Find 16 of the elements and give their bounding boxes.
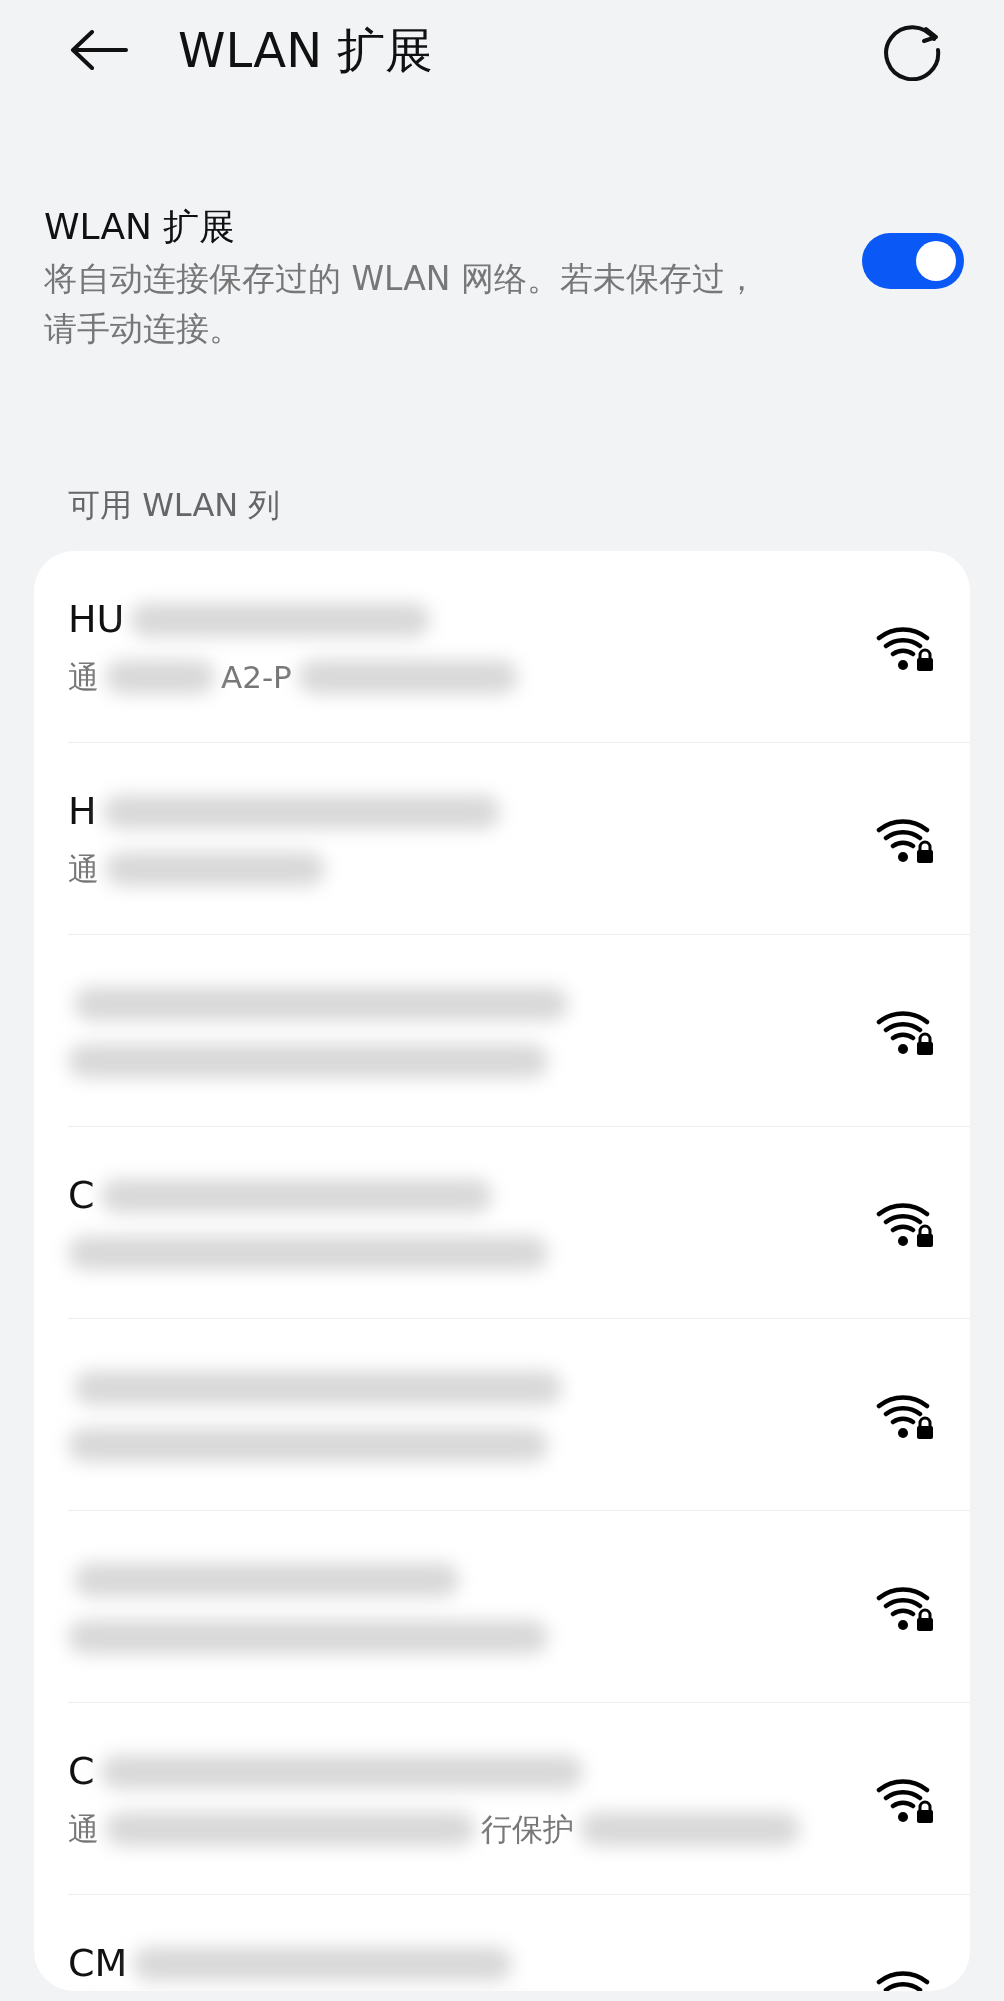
network-detail: A2-P <box>221 657 292 697</box>
network-name: HU <box>68 596 125 643</box>
toggle-switch[interactable] <box>862 233 964 289</box>
network-detail: 通 <box>68 657 99 697</box>
network-detail: 行保护 <box>481 1809 574 1849</box>
network-detail: 通 <box>68 1809 99 1849</box>
section-title: 可用 WLAN 列 <box>68 485 281 527</box>
network-name: H <box>68 788 97 835</box>
page-title: WLAN 扩展 <box>178 21 434 80</box>
network-detail: 通 <box>68 849 99 889</box>
network-name: CM <box>68 1940 128 1987</box>
setting-description: 将自动连接保存过的 WLAN 网络。若未保存过，请手动连接。 <box>44 258 759 350</box>
network-name: C <box>68 1172 95 1219</box>
network-name: C <box>68 1748 95 1795</box>
setting-title: WLAN 扩展 <box>44 205 237 249</box>
back-icon[interactable] <box>70 30 128 70</box>
